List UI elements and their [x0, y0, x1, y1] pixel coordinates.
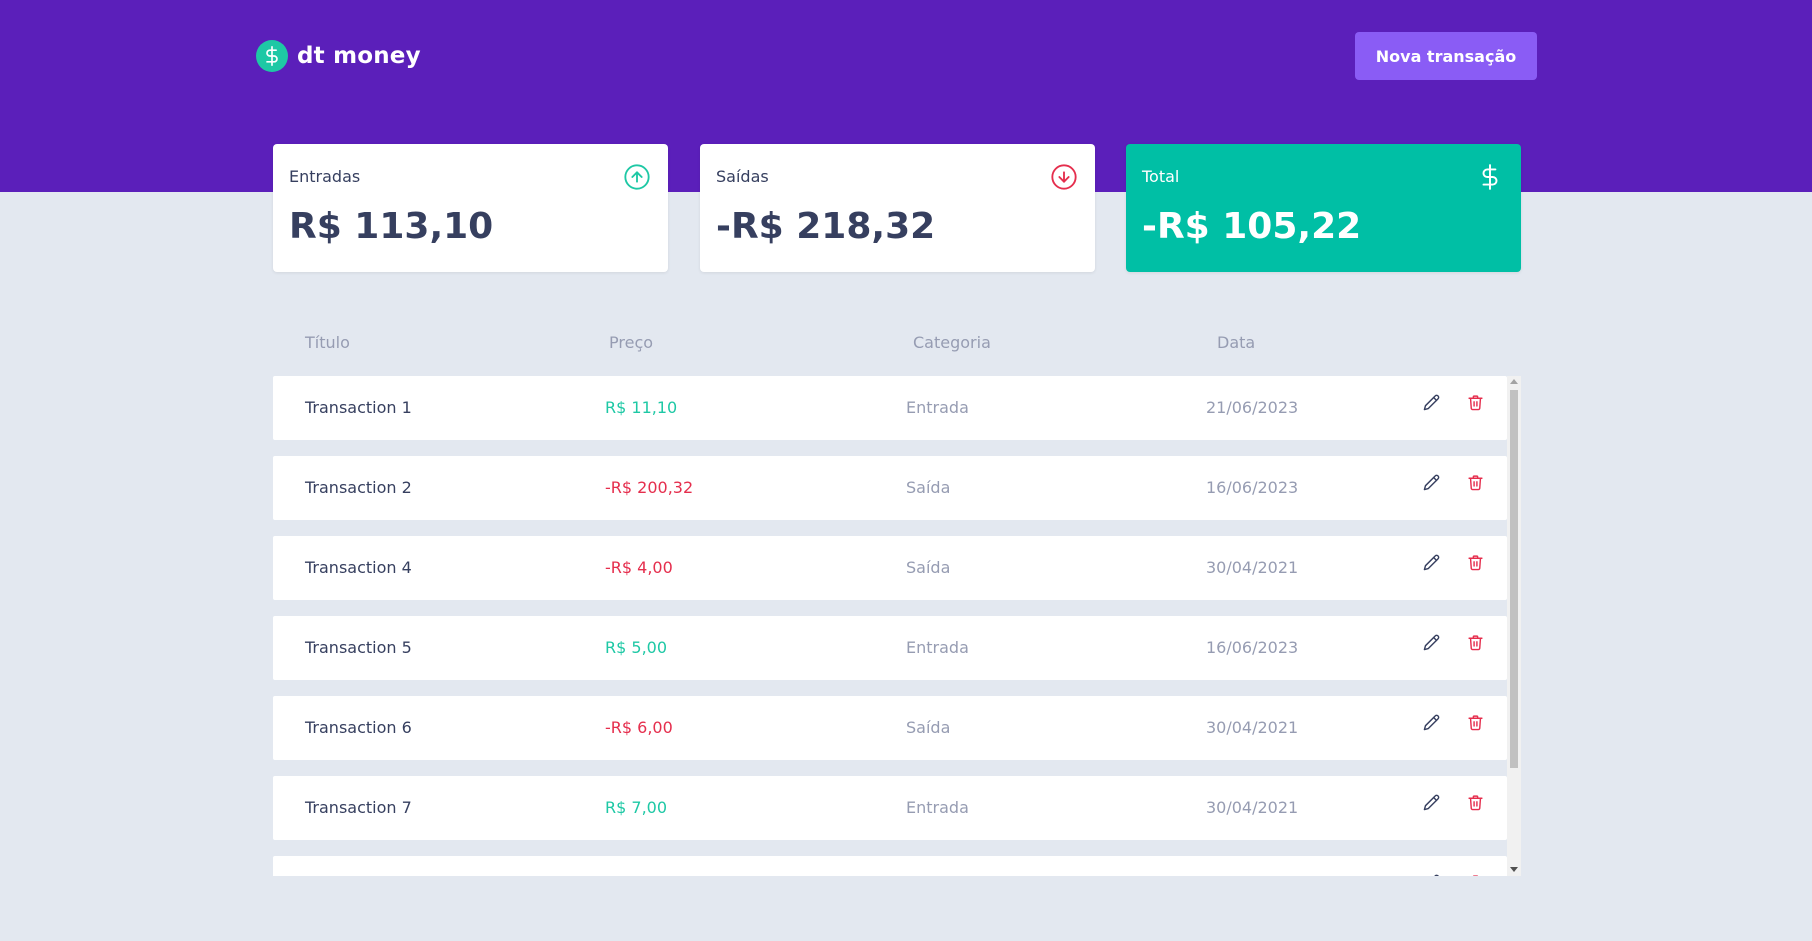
transaction-category: Saída [906, 478, 951, 497]
logo: dt money [256, 40, 421, 72]
transaction-date: 16/06/2023 [1206, 638, 1299, 657]
table-row: Transaction 7 R$ 7,00 Entrada 30/04/2021 [273, 776, 1507, 840]
pencil-icon [1423, 474, 1440, 494]
delete-button[interactable] [1464, 632, 1486, 656]
arrow-up-circle-icon [622, 162, 652, 192]
transaction-title: Transaction 6 [305, 718, 412, 737]
pencil-icon [1423, 394, 1440, 414]
dollar-sign-icon [1475, 162, 1505, 192]
transaction-date: 16/06/2023 [1206, 478, 1299, 497]
table-row: Transaction 4 -R$ 4,00 Saída 30/04/2021 [273, 536, 1507, 600]
table-row: Transaction 2 -R$ 200,32 Saída 16/06/202… [273, 456, 1507, 520]
delete-button[interactable] [1464, 552, 1486, 576]
transaction-price: R$ 7,00 [605, 798, 668, 817]
table-row: Transaction 5 R$ 5,00 Entrada 16/06/2023 [273, 616, 1507, 680]
trash-icon [1467, 474, 1484, 494]
income-card: Entradas R$ 113,10 [273, 144, 668, 272]
transactions-table[interactable]: Transaction 1 R$ 11,10 Entrada 21/06/202… [273, 376, 1521, 876]
transaction-category: Entrada [906, 798, 969, 817]
scroll-thumb[interactable] [1510, 390, 1518, 768]
table-row: Transaction 1 R$ 11,10 Entrada 21/06/202… [273, 376, 1507, 440]
trash-icon [1467, 714, 1484, 734]
edit-button[interactable] [1420, 472, 1442, 496]
transaction-category: Saída [906, 558, 951, 577]
transaction-title: Transaction 1 [305, 398, 412, 417]
transaction-title: Transaction 7 [305, 798, 412, 817]
trash-icon [1467, 874, 1484, 876]
edit-button[interactable] [1420, 392, 1442, 416]
delete-button[interactable] [1464, 472, 1486, 496]
pencil-icon [1423, 874, 1440, 876]
logo-text: dt money [297, 43, 421, 69]
table-header: Título Preço Categoria Data [273, 333, 1521, 357]
transaction-price: -R$ 4,00 [605, 558, 673, 577]
transaction-price: R$ 11,10 [605, 398, 678, 417]
total-value: -R$ 105,22 [1142, 206, 1362, 247]
column-header-title: Título [305, 333, 350, 352]
pencil-icon [1423, 634, 1440, 654]
column-header-date: Data [1217, 333, 1256, 352]
column-header-category: Categoria [913, 333, 991, 352]
delete-button[interactable] [1464, 792, 1486, 816]
income-label: Entradas [289, 167, 361, 186]
transaction-date: 30/04/2021 [1206, 718, 1299, 737]
delete-button[interactable] [1464, 392, 1486, 416]
transaction-date: 30/04/2021 [1206, 798, 1299, 817]
transaction-title: Transaction 4 [305, 558, 412, 577]
column-header-price: Preço [609, 333, 654, 352]
dollar-sign-icon [256, 40, 288, 72]
transaction-price: -R$ 6,00 [605, 718, 673, 737]
transactions-list: Transaction 1 R$ 11,10 Entrada 21/06/202… [273, 376, 1507, 876]
delete-button[interactable] [1464, 712, 1486, 736]
transaction-date: 30/04/2021 [1206, 558, 1299, 577]
pencil-icon [1423, 794, 1440, 814]
total-card: Total -R$ 105,22 [1126, 144, 1521, 272]
transaction-price: -R$ 200,32 [605, 478, 694, 497]
edit-button[interactable] [1420, 872, 1442, 876]
trash-icon [1467, 394, 1484, 414]
edit-button[interactable] [1420, 712, 1442, 736]
outcome-value: -R$ 218,32 [716, 206, 936, 247]
total-label: Total [1142, 167, 1180, 186]
edit-button[interactable] [1420, 632, 1442, 656]
edit-button[interactable] [1420, 552, 1442, 576]
transaction-price: R$ 5,00 [605, 638, 668, 657]
trash-icon [1467, 554, 1484, 574]
table-row [273, 856, 1507, 876]
transaction-date: 21/06/2023 [1206, 398, 1299, 417]
trash-icon [1467, 794, 1484, 814]
transaction-category: Saída [906, 718, 951, 737]
trash-icon [1467, 634, 1484, 654]
income-value: R$ 113,10 [289, 206, 494, 247]
transaction-title: Transaction 5 [305, 638, 412, 657]
transaction-category: Entrada [906, 638, 969, 657]
new-transaction-button[interactable]: Nova transação [1355, 32, 1537, 80]
scroll-up-arrow-icon[interactable] [1510, 379, 1518, 384]
pencil-icon [1423, 554, 1440, 574]
pencil-icon [1423, 714, 1440, 734]
transaction-category: Entrada [906, 398, 969, 417]
delete-button[interactable] [1464, 872, 1486, 876]
scroll-down-arrow-icon[interactable] [1510, 867, 1518, 872]
arrow-down-circle-icon [1049, 162, 1079, 192]
edit-button[interactable] [1420, 792, 1442, 816]
table-row: Transaction 6 -R$ 6,00 Saída 30/04/2021 [273, 696, 1507, 760]
outcome-label: Saídas [716, 167, 769, 186]
transaction-title: Transaction 2 [305, 478, 412, 497]
table-scrollbar[interactable] [1507, 376, 1521, 876]
outcome-card: Saídas -R$ 218,32 [700, 144, 1095, 272]
